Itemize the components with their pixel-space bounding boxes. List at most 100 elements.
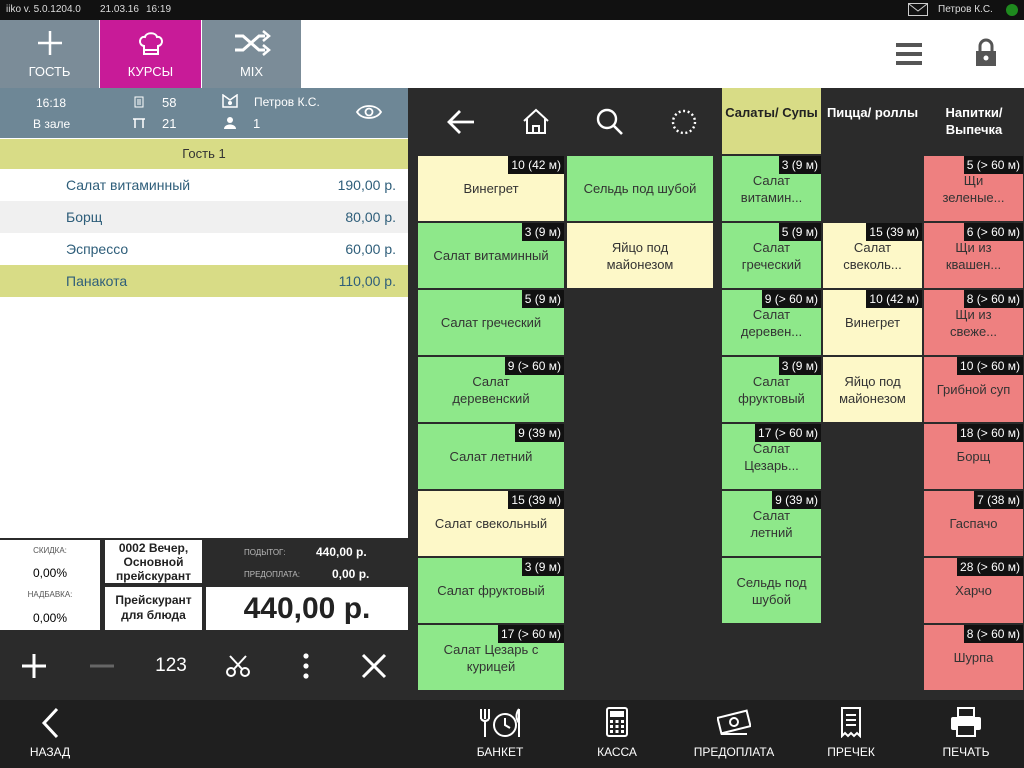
menu-area: Салаты/ Супы Пицца/ роллы Напитки/ Выпеч… [408,88,1024,700]
delete-button[interactable] [352,646,396,686]
lock-icon[interactable] [974,38,998,68]
category-tab-salads-soups[interactable]: Салаты/ Супы [722,88,821,154]
menu-tile-time: 10 (42 м) [866,290,922,308]
menu-tile[interactable]: Салат свекольный 15 (39 м) [418,491,564,556]
order-item-name: Салат витаминный [66,177,191,193]
menu-tile-time: 9 (39 м) [515,424,564,442]
eye-icon[interactable] [356,104,382,120]
banquet-button[interactable]: БАНКЕТ [470,700,530,768]
menu-tile[interactable]: Салат свеколь... 15 (39 м) [823,223,922,288]
menu-tile-time: 3 (9 м) [778,156,821,174]
guest-group-header[interactable]: Гость 1 [0,139,408,169]
discount-box[interactable]: СКИДКА: 0,00% НАДБАВКА: 0,00% [0,540,100,630]
home-icon[interactable] [516,102,556,142]
menu-tile[interactable]: Яйцо под майонезом [567,223,713,288]
menu-tile[interactable]: Харчо 28 (> 60 м) [924,558,1023,623]
prepay-button[interactable]: ПРЕДОПЛАТА [690,700,778,768]
connection-status-icon [1006,4,1018,16]
plus-icon [22,654,46,678]
courses-button[interactable]: КУРСЫ [100,20,296,88]
more-options-button[interactable] [284,646,328,686]
receipt-icon [841,707,861,738]
menu-tile[interactable]: Борщ 18 (> 60 м) [924,424,1023,489]
increase-button[interactable] [12,646,56,686]
print-button[interactable]: ПЕЧАТЬ [938,700,994,768]
menu-tile[interactable]: Щи из квашен... 6 (> 60 м) [924,223,1023,288]
category-tab-pizza-rolls[interactable]: Пицца/ роллы [822,88,923,154]
menu-tile[interactable]: Салат Цезарь... 17 (> 60 м) [722,424,821,489]
precheck-label: ПРЕЧЕК [827,745,875,759]
order-item-row[interactable]: Борщ 80,00 р. [0,201,408,233]
plus-icon [37,31,62,55]
quantity-button[interactable]: 123 [148,646,194,686]
menu-tile-time: 9 (> 60 м) [761,290,821,308]
menu-tile[interactable]: Салат витаминный 3 (9 м) [418,223,564,288]
table-number: 21 [162,116,177,131]
menu-tile[interactable]: Гаспачо 7 (38 м) [924,491,1023,556]
category-tab-drinks-bakery[interactable]: Напитки/ Выпечка [924,88,1024,154]
cashier-label: КАССА [597,745,637,759]
cashier-button[interactable]: КАССА [590,700,644,768]
menu-tile[interactable]: Грибной суп 10 (> 60 м) [924,357,1023,422]
menu-tile[interactable]: Салат летний 9 (39 м) [722,491,821,556]
menu-tile[interactable]: Салат греческий 5 (9 м) [722,223,821,288]
back-label: НАЗАД [29,745,71,759]
mail-icon[interactable] [908,3,928,19]
prepay-label: ПРЕДОПЛАТА: [244,570,300,579]
menu-tile[interactable]: Сельдь под шубой [722,558,821,623]
menu-tile[interactable]: Салат Цезарь с курицей 17 (> 60 м) [418,625,564,690]
search-icon[interactable] [590,102,630,142]
menu-tile-time: 9 (> 60 м) [504,357,564,375]
menu-tile-time: 5 (9 м) [521,290,564,308]
menu-tile-time: 18 (> 60 м) [957,424,1023,442]
menu-tile[interactable]: Салат фруктовый 3 (9 м) [418,558,564,623]
menu-tile[interactable]: Шурпа 8 (> 60 м) [924,625,1023,690]
prepay-value: 0,00 р. [332,567,370,581]
prepay-label-bottom: ПРЕДОПЛАТА [693,745,775,759]
mix-button[interactable]: MIX [202,20,301,88]
menu-tile[interactable]: Салат деревен... 9 (> 60 м) [722,290,821,355]
menu-tile-time: 10 (> 60 м) [957,357,1023,375]
menu-tile-time: 15 (39 м) [508,491,564,509]
menu-tile-time: 5 (9 м) [778,223,821,241]
order-item-row-selected[interactable]: Панакота 110,00 р. [0,265,408,297]
menu-tile-time: 15 (39 м) [866,223,922,241]
precheck-button[interactable]: ПРЕЧЕК [824,700,878,768]
add-guest-label: ГОСТЬ [28,64,71,79]
order-item-row[interactable]: Эспрессо 60,00 р. [0,233,408,265]
order-location: В зале [33,117,71,131]
more-vertical-icon [303,653,309,679]
menu-tile[interactable]: Щи зеленые... 5 (> 60 м) [924,156,1023,221]
menu-tile[interactable]: Сельдь под шубой [567,156,713,221]
menu-tile[interactable]: Щи из свеже... 8 (> 60 м) [924,290,1023,355]
order-item-row[interactable]: Салат витаминный 190,00 р. [0,169,408,201]
status-time: 16:19 [146,4,172,15]
waiter-icon [222,94,238,108]
menu-tile-time: 8 (> 60 м) [963,625,1023,643]
menu-tile[interactable]: Винегрет 10 (42 м) [418,156,564,221]
menu-tile-time: 3 (9 м) [521,558,564,576]
menu-tile[interactable]: Салат летний 9 (39 м) [418,424,564,489]
menu-tile-name: Яйцо под майонезом [606,239,674,272]
menu-tile[interactable]: Салат фруктовый 3 (9 м) [722,357,821,422]
split-button[interactable] [216,646,260,686]
menu-tile[interactable]: Салат греческий 5 (9 м) [418,290,564,355]
menu-tile[interactable]: Салат витамин... 3 (9 м) [722,156,821,221]
decrease-button[interactable] [80,646,124,686]
menu-tile[interactable]: Винегрет 10 (42 м) [823,290,922,355]
order-time: 16:18 [36,96,67,110]
app-version: iiko v. 5.0.1204.0 [6,4,81,15]
menu-hamburger-icon[interactable] [896,40,924,68]
pricelist-box[interactable]: 0002 Вечер, Основной прейскурант [105,540,202,583]
back-arrow-icon[interactable] [442,102,482,142]
loading-spinner-icon[interactable] [664,102,704,142]
menu-tile-time: 3 (9 м) [778,357,821,375]
back-button[interactable]: НАЗАД [22,700,78,768]
menu-tile[interactable]: Салат деревенский 9 (> 60 м) [418,357,564,422]
menu-tile[interactable]: Яйцо под майонезом [823,357,922,422]
menu-tile-name: Сельдь под шубой [736,574,807,607]
dish-pricelist-button[interactable]: Прейскурант для блюда [105,587,202,630]
add-guest-button[interactable]: ГОСТЬ [0,20,99,88]
table-icon [133,118,145,128]
person-icon [224,117,236,129]
